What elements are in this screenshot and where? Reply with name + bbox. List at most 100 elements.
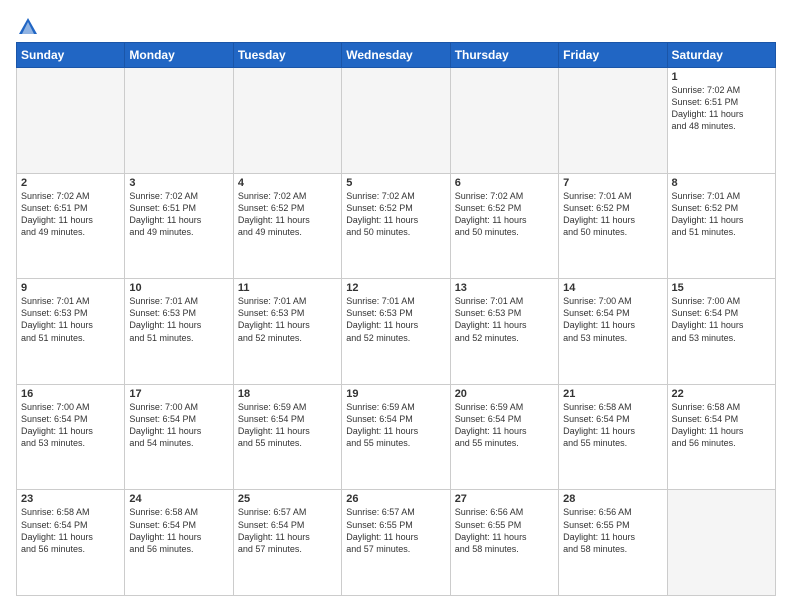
calendar-cell	[667, 490, 775, 596]
day-number: 27	[455, 493, 554, 505]
day-number: 18	[238, 388, 337, 400]
week-row-5: 23Sunrise: 6:58 AM Sunset: 6:54 PM Dayli…	[17, 490, 776, 596]
day-info: Sunrise: 6:56 AM Sunset: 6:55 PM Dayligh…	[455, 506, 554, 555]
day-info: Sunrise: 7:01 AM Sunset: 6:53 PM Dayligh…	[238, 295, 337, 344]
weekday-header-row: SundayMondayTuesdayWednesdayThursdayFrid…	[17, 43, 776, 68]
day-number: 9	[21, 282, 120, 294]
weekday-header-wednesday: Wednesday	[342, 43, 450, 68]
calendar-cell: 18Sunrise: 6:59 AM Sunset: 6:54 PM Dayli…	[233, 384, 341, 490]
week-row-2: 2 Sunrise: 7:02 AM Sunset: 6:51 PM Daylig…	[17, 173, 776, 279]
header	[16, 16, 776, 34]
day-number: 28	[563, 493, 662, 505]
calendar-cell: 25Sunrise: 6:57 AM Sunset: 6:54 PM Dayli…	[233, 490, 341, 596]
calendar-cell	[342, 68, 450, 174]
day-number: 26	[346, 493, 445, 505]
day-info: Sunrise: 7:02 AM Sunset: 6:51 PM Dayligh…	[672, 84, 771, 133]
calendar-cell: 8Sunrise: 7:01 AM Sunset: 6:52 PM Daylig…	[667, 173, 775, 279]
day-info: Sunrise: 6:57 AM Sunset: 6:54 PM Dayligh…	[238, 506, 337, 555]
day-number: 16	[21, 388, 120, 400]
day-number: 23	[21, 493, 120, 505]
calendar-cell	[125, 68, 233, 174]
calendar-cell: 13Sunrise: 7:01 AM Sunset: 6:53 PM Dayli…	[450, 279, 558, 385]
day-info: Sunrise: 7:01 AM Sunset: 6:53 PM Dayligh…	[346, 295, 445, 344]
day-number: 13	[455, 282, 554, 294]
page: SundayMondayTuesdayWednesdayThursdayFrid…	[0, 0, 792, 612]
calendar-cell: 14Sunrise: 7:00 AM Sunset: 6:54 PM Dayli…	[559, 279, 667, 385]
weekday-header-saturday: Saturday	[667, 43, 775, 68]
day-number: 2	[21, 177, 120, 189]
day-number: 6	[455, 177, 554, 189]
day-info: Sunrise: 6:59 AM Sunset: 6:54 PM Dayligh…	[346, 401, 445, 450]
calendar-cell: 10Sunrise: 7:01 AM Sunset: 6:53 PM Dayli…	[125, 279, 233, 385]
day-info: Sunrise: 7:02 AM Sunset: 6:52 PM Dayligh…	[238, 190, 337, 239]
weekday-header-sunday: Sunday	[17, 43, 125, 68]
calendar-cell: 1Sunrise: 7:02 AM Sunset: 6:51 PM Daylig…	[667, 68, 775, 174]
weekday-header-friday: Friday	[559, 43, 667, 68]
calendar-cell: 9Sunrise: 7:01 AM Sunset: 6:53 PM Daylig…	[17, 279, 125, 385]
day-number: 21	[563, 388, 662, 400]
calendar-cell: 26Sunrise: 6:57 AM Sunset: 6:55 PM Dayli…	[342, 490, 450, 596]
day-info: Sunrise: 7:00 AM Sunset: 6:54 PM Dayligh…	[563, 295, 662, 344]
day-info: Sunrise: 7:00 AM Sunset: 6:54 PM Dayligh…	[129, 401, 228, 450]
calendar-cell: 11Sunrise: 7:01 AM Sunset: 6:53 PM Dayli…	[233, 279, 341, 385]
day-number: 3	[129, 177, 228, 189]
calendar-cell: 22Sunrise: 6:58 AM Sunset: 6:54 PM Dayli…	[667, 384, 775, 490]
day-info: Sunrise: 6:58 AM Sunset: 6:54 PM Dayligh…	[563, 401, 662, 450]
day-info: Sunrise: 7:02 AM Sunset: 6:52 PM Dayligh…	[455, 190, 554, 239]
calendar-cell: 24Sunrise: 6:58 AM Sunset: 6:54 PM Dayli…	[125, 490, 233, 596]
calendar-cell: 27Sunrise: 6:56 AM Sunset: 6:55 PM Dayli…	[450, 490, 558, 596]
calendar-cell	[17, 68, 125, 174]
day-number: 12	[346, 282, 445, 294]
day-number: 17	[129, 388, 228, 400]
calendar-cell: 23Sunrise: 6:58 AM Sunset: 6:54 PM Dayli…	[17, 490, 125, 596]
day-number: 8	[672, 177, 771, 189]
weekday-header-monday: Monday	[125, 43, 233, 68]
day-number: 11	[238, 282, 337, 294]
calendar-cell	[450, 68, 558, 174]
day-info: Sunrise: 7:00 AM Sunset: 6:54 PM Dayligh…	[672, 295, 771, 344]
calendar-cell: 17Sunrise: 7:00 AM Sunset: 6:54 PM Dayli…	[125, 384, 233, 490]
day-number: 4	[238, 177, 337, 189]
weekday-header-thursday: Thursday	[450, 43, 558, 68]
day-number: 15	[672, 282, 771, 294]
day-info: Sunrise: 7:02 AM Sunset: 6:52 PM Dayligh…	[346, 190, 445, 239]
calendar-cell: 15Sunrise: 7:00 AM Sunset: 6:54 PM Dayli…	[667, 279, 775, 385]
day-info: Sunrise: 6:59 AM Sunset: 6:54 PM Dayligh…	[238, 401, 337, 450]
day-info: Sunrise: 7:01 AM Sunset: 6:53 PM Dayligh…	[455, 295, 554, 344]
day-number: 19	[346, 388, 445, 400]
calendar-cell: 28Sunrise: 6:56 AM Sunset: 6:55 PM Dayli…	[559, 490, 667, 596]
day-info: Sunrise: 7:01 AM Sunset: 6:53 PM Dayligh…	[21, 295, 120, 344]
day-number: 22	[672, 388, 771, 400]
calendar-cell: 21Sunrise: 6:58 AM Sunset: 6:54 PM Dayli…	[559, 384, 667, 490]
calendar-cell: 2Sunrise: 7:02 AM Sunset: 6:51 PM Daylig…	[17, 173, 125, 279]
day-info: Sunrise: 6:57 AM Sunset: 6:55 PM Dayligh…	[346, 506, 445, 555]
calendar-cell: 19Sunrise: 6:59 AM Sunset: 6:54 PM Dayli…	[342, 384, 450, 490]
day-info: Sunrise: 6:58 AM Sunset: 6:54 PM Dayligh…	[21, 506, 120, 555]
day-number: 25	[238, 493, 337, 505]
calendar-cell: 7Sunrise: 7:01 AM Sunset: 6:52 PM Daylig…	[559, 173, 667, 279]
week-row-4: 16Sunrise: 7:00 AM Sunset: 6:54 PM Dayli…	[17, 384, 776, 490]
calendar-cell: 4Sunrise: 7:02 AM Sunset: 6:52 PM Daylig…	[233, 173, 341, 279]
day-number: 7	[563, 177, 662, 189]
day-info: Sunrise: 7:02 AM Sunset: 6:51 PM Dayligh…	[129, 190, 228, 239]
day-info: Sunrise: 6:56 AM Sunset: 6:55 PM Dayligh…	[563, 506, 662, 555]
calendar-cell: 6Sunrise: 7:02 AM Sunset: 6:52 PM Daylig…	[450, 173, 558, 279]
calendar-cell	[233, 68, 341, 174]
calendar-cell: 5Sunrise: 7:02 AM Sunset: 6:52 PM Daylig…	[342, 173, 450, 279]
day-info: Sunrise: 6:58 AM Sunset: 6:54 PM Dayligh…	[672, 401, 771, 450]
day-info: Sunrise: 6:59 AM Sunset: 6:54 PM Dayligh…	[455, 401, 554, 450]
week-row-3: 9Sunrise: 7:01 AM Sunset: 6:53 PM Daylig…	[17, 279, 776, 385]
day-number: 10	[129, 282, 228, 294]
calendar-cell: 3Sunrise: 7:02 AM Sunset: 6:51 PM Daylig…	[125, 173, 233, 279]
calendar-cell: 16Sunrise: 7:00 AM Sunset: 6:54 PM Dayli…	[17, 384, 125, 490]
day-info: Sunrise: 6:58 AM Sunset: 6:54 PM Dayligh…	[129, 506, 228, 555]
day-number: 14	[563, 282, 662, 294]
day-info: Sunrise: 7:01 AM Sunset: 6:52 PM Dayligh…	[563, 190, 662, 239]
day-info: Sunrise: 7:01 AM Sunset: 6:53 PM Dayligh…	[129, 295, 228, 344]
calendar-cell: 12Sunrise: 7:01 AM Sunset: 6:53 PM Dayli…	[342, 279, 450, 385]
day-number: 24	[129, 493, 228, 505]
day-number: 1	[672, 71, 771, 83]
day-info: Sunrise: 7:00 AM Sunset: 6:54 PM Dayligh…	[21, 401, 120, 450]
day-info: Sunrise: 7:01 AM Sunset: 6:52 PM Dayligh…	[672, 190, 771, 239]
logo-icon	[17, 16, 39, 38]
